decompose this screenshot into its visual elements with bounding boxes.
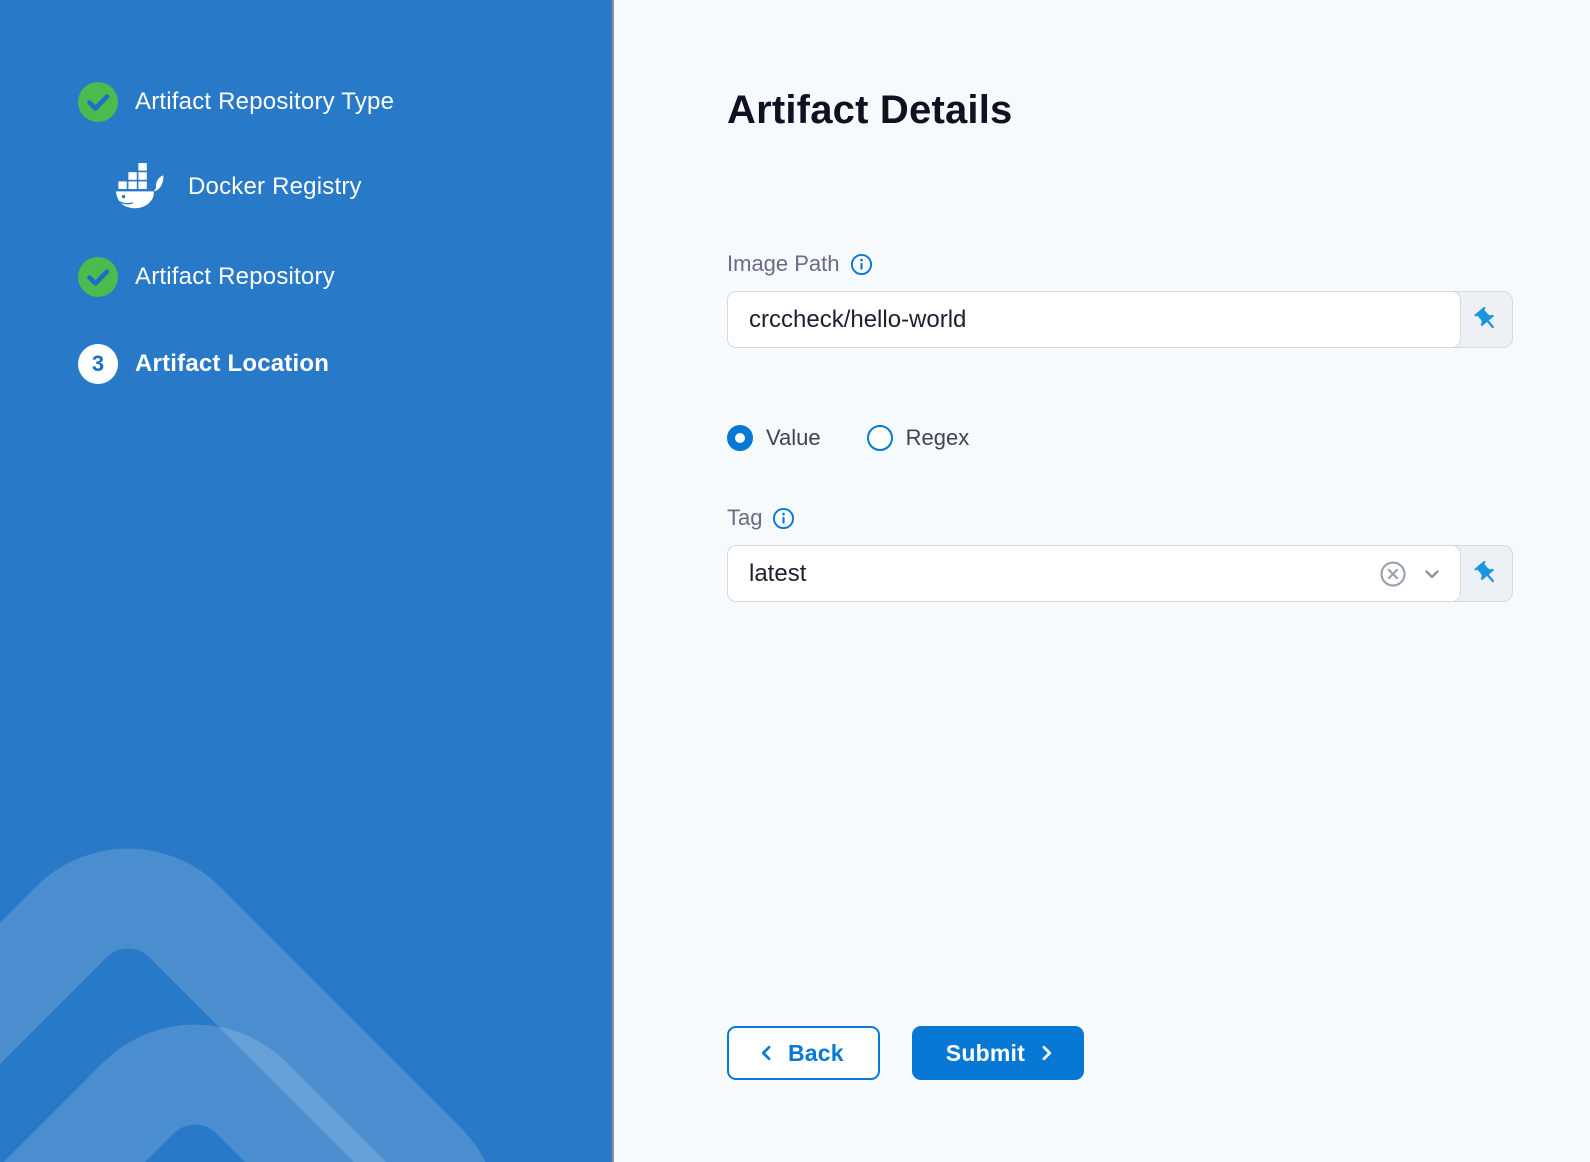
submit-button-label: Submit [946, 1040, 1025, 1067]
image-path-textbox [727, 291, 1461, 348]
artifact-details-panel: Artifact Details Image Path Value [614, 0, 1590, 1162]
radio-label: Value [766, 425, 821, 451]
tag-dropdown-chevron-icon[interactable] [1420, 562, 1444, 586]
step-completed-check-icon [78, 257, 118, 297]
step-number-badge: 3 [78, 344, 118, 384]
step-label: Docker Registry [188, 173, 362, 201]
tag-info-icon[interactable] [772, 507, 795, 530]
tag-input[interactable] [749, 560, 1366, 588]
step-label: Artifact Repository Type [135, 88, 394, 116]
step-label: Artifact Location [135, 350, 329, 378]
sidebar-step-artifact-repository[interactable]: Artifact Repository [0, 257, 612, 297]
image-path-input[interactable] [749, 306, 1444, 334]
sidebar-step-artifact-repository-type[interactable]: Artifact Repository Type [0, 82, 612, 122]
image-path-info-icon[interactable] [850, 253, 873, 276]
image-path-pin-button[interactable] [1461, 292, 1512, 347]
wizard-footer: Back Submit [727, 1026, 1590, 1080]
tag-pin-button[interactable] [1461, 546, 1512, 601]
tag-match-type-radio-group: Value Regex [727, 425, 1590, 451]
back-button[interactable]: Back [727, 1026, 880, 1080]
sidebar-step-artifact-location[interactable]: 3 Artifact Location [0, 344, 612, 384]
page-title: Artifact Details [727, 88, 1590, 133]
tag-clear-icon[interactable] [1378, 559, 1408, 589]
chevron-left-icon [757, 1043, 777, 1063]
chevron-right-icon [1036, 1043, 1056, 1063]
tag-input-group [727, 545, 1513, 602]
harness-logo-watermark [0, 971, 614, 1162]
harness-logo-watermark [0, 795, 552, 1162]
radio-selected-icon [727, 425, 753, 451]
radio-option-regex[interactable]: Regex [867, 425, 970, 451]
radio-unselected-icon [867, 425, 893, 451]
wizard-step-sidebar: Artifact Repository Type Docker Registry [0, 0, 614, 1162]
radio-option-value[interactable]: Value [727, 425, 821, 451]
step-completed-check-icon [78, 82, 118, 122]
tag-label: Tag [727, 505, 762, 531]
docker-whale-icon [112, 158, 176, 216]
step-label: Artifact Repository [135, 263, 335, 291]
back-button-label: Back [788, 1040, 844, 1067]
radio-label: Regex [906, 425, 970, 451]
step-number: 3 [92, 351, 104, 377]
submit-button[interactable]: Submit [912, 1026, 1084, 1080]
image-path-input-group [727, 291, 1513, 348]
sidebar-step-docker-registry[interactable]: Docker Registry [0, 158, 612, 216]
image-path-label: Image Path [727, 251, 840, 277]
tag-textbox [727, 545, 1461, 602]
